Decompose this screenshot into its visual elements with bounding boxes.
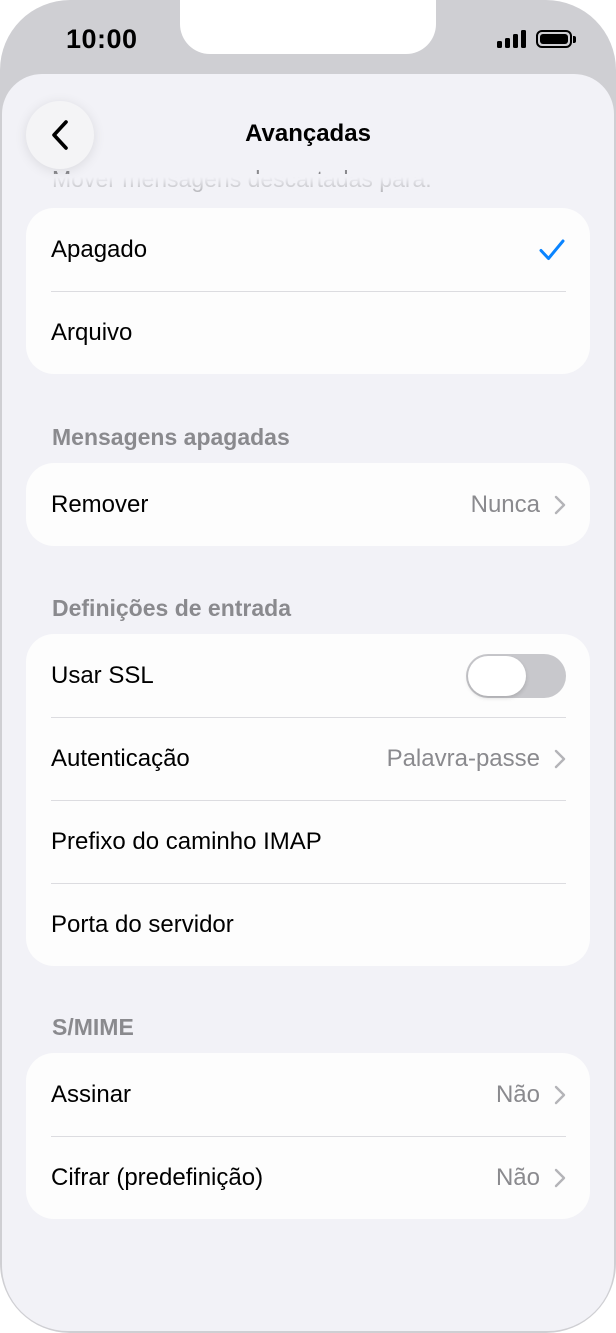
settings-sheet: Avançadas Mover mensagens descartadas pa…: [2, 74, 614, 1331]
status-icons: [497, 30, 576, 48]
option-label: Apagado: [51, 235, 148, 263]
incoming-settings-group: Usar SSL Autenticação Palavra-passe Pref…: [26, 634, 590, 966]
row-label: Cifrar (predefinição): [51, 1163, 264, 1191]
chevron-right-icon: [554, 1085, 566, 1104]
option-label: Arquivo: [51, 318, 133, 346]
smime-group: Assinar Não Cifrar (predefinição) Não: [26, 1053, 590, 1219]
row-label: Usar SSL: [51, 661, 154, 689]
row-autenticacao[interactable]: Autenticação Palavra-passe: [26, 717, 590, 800]
section-header-incoming: Definições de entrada: [52, 595, 292, 621]
row-value: Nunca: [470, 490, 540, 518]
status-time: 10:00: [66, 24, 138, 54]
row-label: Prefixo do caminho IMAP: [51, 827, 322, 855]
section-header-deleted: Mensagens apagadas: [52, 424, 290, 450]
checkmark-icon: [539, 239, 565, 260]
chevron-right-icon: [554, 749, 566, 768]
section-header-smime: S/MIME: [52, 1014, 134, 1040]
status-bar: 10:00: [0, 0, 616, 80]
chevron-right-icon: [554, 1168, 566, 1187]
row-assinar[interactable]: Assinar Não: [26, 1053, 590, 1136]
row-value: Palavra-passe: [386, 744, 540, 772]
ssl-toggle[interactable]: [466, 653, 566, 698]
toggle-knob: [468, 655, 526, 696]
page-title: Avançadas: [245, 120, 371, 147]
battery-icon: [536, 30, 576, 48]
option-apagado[interactable]: Apagado: [26, 208, 590, 291]
row-cifrar[interactable]: Cifrar (predefinição) Não: [26, 1136, 590, 1219]
row-remover[interactable]: Remover Nunca: [26, 463, 590, 546]
phone-frame: 10:00 Avançadas Mover mensagens descarta…: [0, 0, 616, 1333]
chevron-right-icon: [554, 495, 566, 514]
cellular-signal-icon: [497, 30, 526, 48]
row-server-port[interactable]: Porta do servidor: [26, 883, 590, 966]
row-value: Não: [495, 1163, 540, 1191]
deleted-messages-group: Remover Nunca: [26, 463, 590, 546]
row-label: Remover: [51, 490, 149, 518]
row-usar-ssl: Usar SSL: [26, 634, 590, 717]
row-label: Porta do servidor: [51, 910, 234, 938]
row-value: Não: [495, 1080, 540, 1108]
option-arquivo[interactable]: Arquivo: [26, 291, 590, 374]
discarded-destination-group: Apagado Arquivo: [26, 208, 590, 374]
navigation-bar: Avançadas: [2, 74, 614, 194]
row-label: Assinar: [51, 1080, 132, 1108]
row-label: Autenticação: [51, 744, 190, 772]
notch: [180, 0, 436, 54]
row-imap-prefix[interactable]: Prefixo do caminho IMAP: [26, 800, 590, 883]
